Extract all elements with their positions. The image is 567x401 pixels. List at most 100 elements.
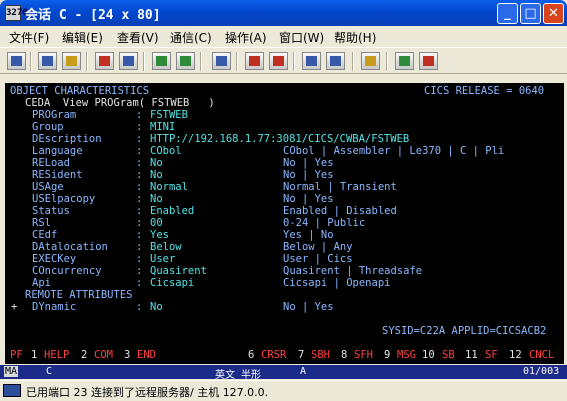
pf-number: 12 <box>509 349 522 361</box>
print-icon[interactable] <box>212 52 231 70</box>
screen-heading: OBJECT CHARACTERISTICS <box>10 85 150 97</box>
menu-help[interactable]: 帮助(H) <box>334 29 376 46</box>
oia-input-mode: 英文 半形 <box>215 370 262 381</box>
menu-file[interactable]: 文件(F) <box>9 29 49 46</box>
attr-name: Group <box>32 121 64 133</box>
pf12-cncl[interactable]: CNCL <box>529 349 554 361</box>
attr-value[interactable]: 00 <box>150 217 163 229</box>
attr-name: Language <box>32 145 83 157</box>
macro-record-icon[interactable] <box>245 52 264 70</box>
oia-session: C <box>46 366 53 377</box>
pf-number: 9 <box>384 349 391 361</box>
attr-value[interactable]: Cicsapi <box>150 277 194 289</box>
pf8-sfh[interactable]: SFH <box>354 349 373 361</box>
connection-icon <box>3 384 21 397</box>
pf2-com[interactable]: COM <box>94 349 113 361</box>
attr-colon: : <box>136 205 143 217</box>
pf6-crsr[interactable]: CRSR <box>261 349 286 361</box>
terminal-screen[interactable]: OBJECT CHARACTERISTICS CICS RELEASE = 06… <box>5 83 564 364</box>
toolbar-separator <box>200 52 202 71</box>
attr-name: RELoad <box>32 157 70 169</box>
attr-value[interactable]: MINI <box>150 121 175 133</box>
pf-number: 3 <box>124 349 131 361</box>
attr-value[interactable]: CObol <box>150 145 182 157</box>
macro-play-icon[interactable] <box>269 52 288 70</box>
attr-value[interactable]: Below <box>150 241 182 253</box>
menu-view[interactable]: 查看(V) <box>117 29 159 46</box>
attr-colon: : <box>136 121 143 133</box>
title-bar: 3270 会话 C - [24 x 80] _ □ ✕ <box>0 0 567 26</box>
pf-label: PF <box>10 349 23 361</box>
menu-communication[interactable]: 通信(C) <box>170 29 212 46</box>
close-button[interactable]: ✕ <box>543 3 564 24</box>
globe-icon[interactable] <box>395 52 414 70</box>
attr-options: No | Yes <box>283 193 334 205</box>
command-line[interactable]: CEDA View PROGram( FSTWEB ) <box>25 97 215 109</box>
attr-options: Below | Any <box>283 241 353 253</box>
clipboard-icon[interactable] <box>361 52 380 70</box>
attr-colon: : <box>136 265 143 277</box>
attr-colon: : <box>136 301 143 313</box>
menu-window[interactable]: 窗口(W) <box>279 29 324 46</box>
pf7-sbh[interactable]: SBH <box>311 349 330 361</box>
toolbar-separator <box>86 52 88 71</box>
attr-options: Yes | No <box>283 229 334 241</box>
oia-indicator: MA <box>4 366 19 377</box>
toolbar-separator <box>143 52 145 71</box>
app-icon[interactable]: 3270 <box>5 5 28 21</box>
pf11-sf[interactable]: SF <box>485 349 498 361</box>
attr-colon: : <box>136 277 143 289</box>
attr-value[interactable]: Normal <box>150 181 188 193</box>
attr-options: Normal | Transient <box>283 181 397 193</box>
pf9-msg[interactable]: MSG <box>397 349 416 361</box>
attr-options: Enabled | Disabled <box>283 205 397 217</box>
pf1-help[interactable]: HELP <box>44 349 69 361</box>
toolbar-separator <box>386 52 388 71</box>
attr-value[interactable]: User <box>150 253 175 265</box>
minimize-button[interactable]: _ <box>497 3 518 24</box>
macro-stop-icon[interactable] <box>302 52 321 70</box>
open-session-icon[interactable] <box>7 52 26 70</box>
copy-icon[interactable] <box>38 52 57 70</box>
attr-value[interactable]: Enabled <box>150 205 194 217</box>
menu-bar: 文件(F) 编辑(E) 查看(V) 通信(C) 操作(A) 窗口(W) 帮助(H… <box>0 26 567 46</box>
attr-colon: : <box>136 241 143 253</box>
help-icon[interactable] <box>419 52 438 70</box>
menu-actions[interactable]: 操作(A) <box>225 29 267 46</box>
more-marker: + <box>11 301 18 313</box>
attr-value[interactable]: No <box>150 193 163 205</box>
toolbar-separator <box>30 52 32 71</box>
attr-colon: : <box>136 193 143 205</box>
attr-colon: : <box>136 133 143 145</box>
pf-number: 10 <box>422 349 435 361</box>
attr-name: DEscription <box>32 133 102 145</box>
toolbar <box>0 47 567 74</box>
window-title: 会话 C - [24 x 80] <box>25 8 161 23</box>
oia-line: MA C 英文 半形 A 01/003 <box>0 365 567 381</box>
attr-colon: : <box>136 109 143 121</box>
status-message: 已用端口 23 连接到了远程服务器/ 主机 127.0.0. <box>26 386 269 399</box>
send-file-icon[interactable] <box>95 52 114 70</box>
attr-name: RSl <box>32 217 51 229</box>
attr-value[interactable]: No <box>150 157 163 169</box>
attr-value[interactable]: Yes <box>150 229 169 241</box>
attr-value[interactable]: FSTWEB <box>150 109 188 121</box>
macro-pause-icon[interactable] <box>326 52 345 70</box>
pf3-end[interactable]: END <box>137 349 156 361</box>
paste-icon[interactable] <box>62 52 81 70</box>
maximize-button[interactable]: □ <box>520 3 541 24</box>
attr-name: COncurrency <box>32 265 102 277</box>
attr-value[interactable]: No <box>150 301 163 313</box>
attr-options: 0-24 | Public <box>283 217 366 229</box>
status-bar: 已用端口 23 连接到了远程服务器/ 主机 127.0.0. <box>0 380 567 401</box>
attr-value[interactable]: No <box>150 169 163 181</box>
attr-name: RESident <box>32 169 83 181</box>
keyboard-map-icon[interactable] <box>176 52 195 70</box>
display-setup-icon[interactable] <box>152 52 171 70</box>
attr-value[interactable]: Quasirent <box>150 265 207 277</box>
menu-edit[interactable]: 编辑(E) <box>62 29 103 46</box>
receive-file-icon[interactable] <box>119 52 138 70</box>
attr-name: CEdf <box>32 229 58 241</box>
attr-value[interactable]: HTTP://192.168.1.77:3081/CICS/CWBA/FSTWE… <box>150 133 409 145</box>
pf10-sb[interactable]: SB <box>442 349 455 361</box>
